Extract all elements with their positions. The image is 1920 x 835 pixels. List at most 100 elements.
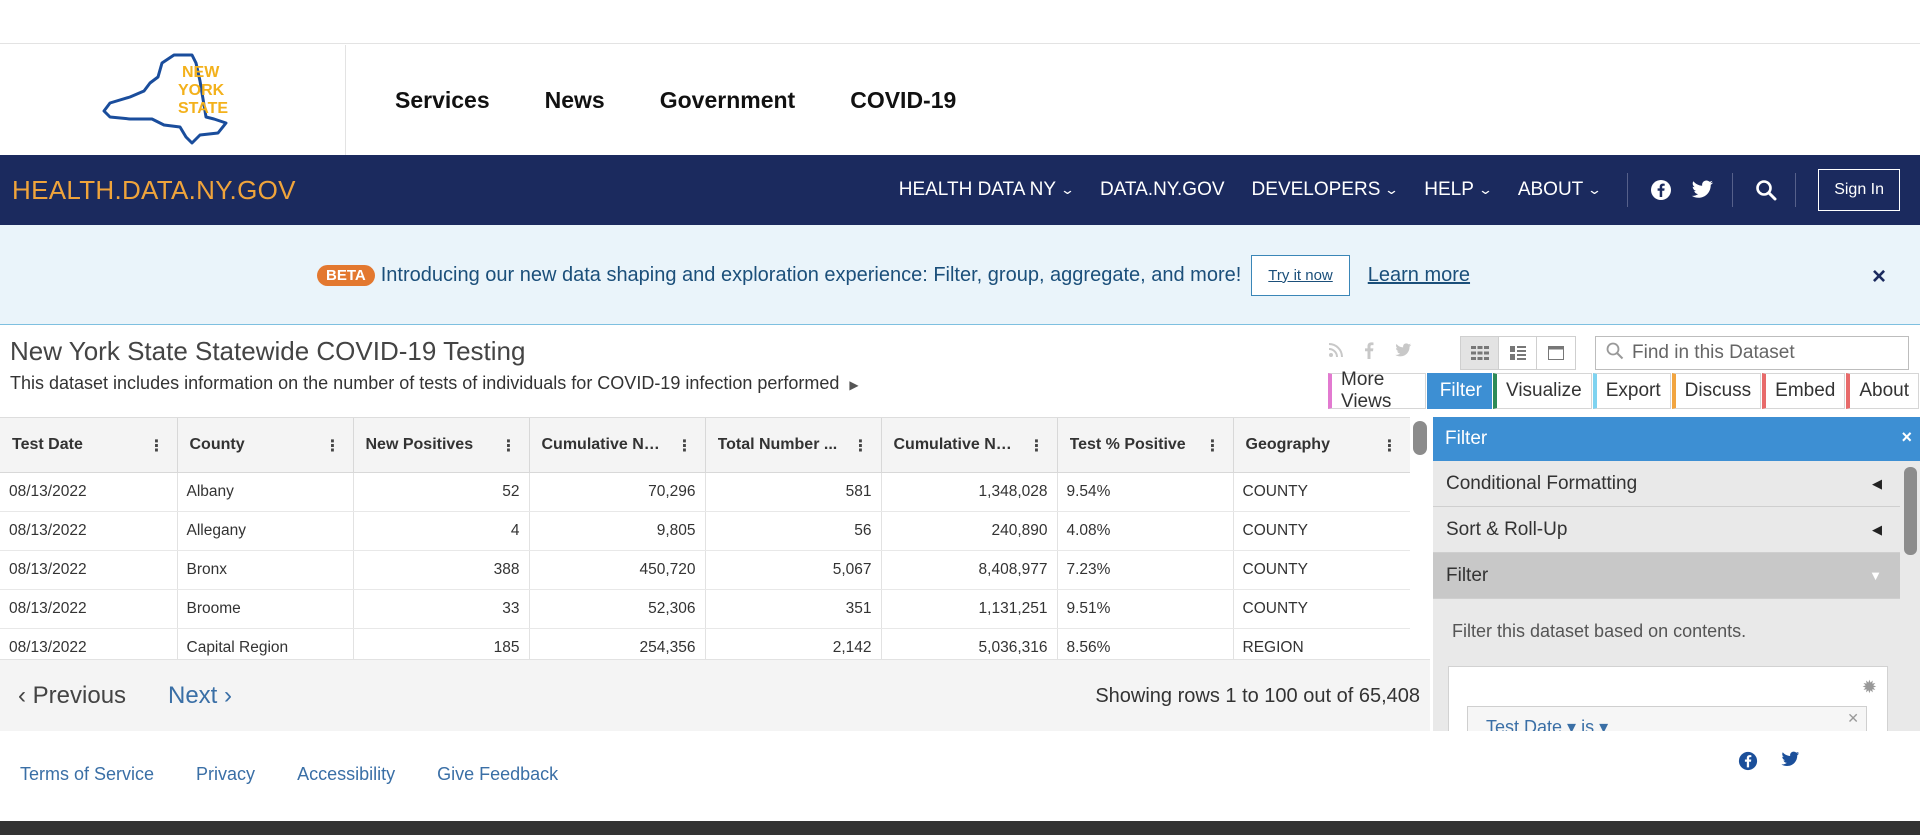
next-button[interactable]: Next › (168, 682, 232, 710)
previous-button[interactable]: ‹ Previous (18, 682, 126, 710)
section-sort-rollup[interactable]: Sort & Roll-Up ◀ (1433, 507, 1900, 553)
footer-accessibility-link[interactable]: Accessibility (297, 764, 395, 785)
column-header[interactable]: County ⋮ (177, 418, 354, 473)
table-scrollbar[interactable] (1413, 421, 1427, 455)
state-nav-covid[interactable]: COVID-19 (850, 87, 956, 114)
nav-developers-label: DEVELOPERS (1251, 179, 1381, 200)
table-cell: Albany (177, 472, 354, 512)
list-view-icon[interactable] (1499, 337, 1537, 369)
expand-description-icon[interactable]: ▶ (849, 378, 858, 392)
filter-condition-card: ✹ Test Date ▾ is ▾ ✕ (1448, 666, 1888, 731)
table-row[interactable]: 08/13/2022 Bronx 388 450,720 5,067 8,408,977 7… (0, 550, 1410, 590)
column-menu-icon[interactable]: ⋮ (149, 436, 165, 456)
column-menu-icon[interactable]: ⋮ (677, 436, 693, 456)
nav-developers[interactable]: DEVELOPERS ⌄ (1251, 179, 1400, 201)
grid-view-icon[interactable] (1461, 337, 1499, 369)
banner-close-icon[interactable]: × (1872, 263, 1886, 291)
logo-line-york: YORK (178, 82, 225, 99)
column-header[interactable]: Total Number ... ⋮ (705, 418, 882, 473)
column-header[interactable]: New Positives ⋮ (353, 418, 530, 473)
tab-about[interactable]: About (1846, 373, 1919, 409)
section-label: Sort & Roll-Up (1446, 518, 1568, 540)
share-icons (1328, 342, 1412, 364)
column-menu-icon[interactable]: ⋮ (853, 436, 869, 456)
panel-scrollbar[interactable] (1904, 467, 1917, 555)
sign-in-button[interactable]: Sign In (1818, 169, 1900, 211)
nav-help[interactable]: HELP ⌄ (1424, 179, 1493, 201)
chevron-right-icon: › (224, 682, 233, 709)
column-header-label: County (189, 435, 245, 453)
table-cell: 185 (353, 628, 530, 659)
page-view-icon[interactable] (1537, 337, 1575, 369)
column-menu-icon[interactable]: ⋮ (1205, 436, 1221, 456)
column-header[interactable]: Cumulative Nu... ⋮ (529, 418, 706, 473)
state-nav-services[interactable]: Services (395, 87, 490, 114)
table-cell: 351 (705, 589, 882, 629)
tab-filter[interactable]: Filter (1426, 373, 1492, 409)
table-cell: 08/13/2022 (0, 550, 178, 590)
footer-terms-link[interactable]: Terms of Service (20, 764, 154, 785)
footer: Terms of Service Privacy Accessibility G… (0, 731, 1920, 821)
dataset-search[interactable] (1595, 336, 1909, 370)
facebook-icon[interactable] (1738, 751, 1758, 776)
remove-filter-icon[interactable]: ✕ (1847, 710, 1859, 727)
footer-social (1738, 751, 1800, 776)
footer-feedback-link[interactable]: Give Feedback (437, 764, 558, 785)
rss-icon[interactable] (1328, 342, 1344, 364)
column-header[interactable]: Test Date ⋮ (0, 418, 178, 473)
column-menu-icon[interactable]: ⋮ (1029, 436, 1045, 456)
footer-links: Terms of Service Privacy Accessibility G… (20, 764, 558, 785)
column-menu-icon[interactable]: ⋮ (325, 436, 341, 456)
column-menu-icon[interactable]: ⋮ (501, 436, 517, 456)
tab-more-views[interactable]: More Views (1328, 369, 1426, 412)
column-menu-icon[interactable]: ⋮ (1382, 436, 1398, 456)
twitter-icon[interactable] (1780, 751, 1800, 776)
facebook-share-icon[interactable] (1364, 342, 1374, 364)
table-header-row: Test Date ⋮ County ⋮ New Positives ⋮ Cumulativ… (0, 418, 1410, 473)
table-row[interactable]: 08/13/2022 Broome 33 52,306 351 1,131,251 9.51… (0, 589, 1410, 629)
section-filter[interactable]: Filter ▼ (1433, 553, 1900, 599)
try-it-now-button[interactable]: Try it now (1251, 254, 1350, 296)
table-cell: 9,805 (529, 511, 706, 551)
search-icon[interactable] (1755, 179, 1777, 201)
column-header[interactable]: Cumulative Nu... ⋮ (881, 418, 1058, 473)
filter-panel: Filter × Conditional Formatting ◀ Sort & … (1433, 417, 1920, 731)
state-nav-government[interactable]: Government (660, 87, 795, 114)
view-toggle (1460, 336, 1576, 370)
chevron-down-icon: ⌄ (1384, 182, 1400, 197)
tab-visualize[interactable]: Visualize (1493, 373, 1592, 409)
nav-about[interactable]: ABOUT ⌄ (1518, 179, 1603, 201)
column-header[interactable]: Test % Positive ⋮ (1057, 418, 1234, 473)
state-nav-news[interactable]: News (545, 87, 605, 114)
table-row[interactable]: 08/13/2022 Allegany 4 9,805 56 240,890 4.08% CO… (0, 511, 1410, 551)
table-cell: 2,142 (705, 628, 882, 659)
previous-label: Previous (32, 682, 127, 709)
table-cell: 254,356 (529, 628, 706, 659)
table-row[interactable]: 08/13/2022 Albany 52 70,296 581 1,348,028 9.54… (0, 472, 1410, 512)
tab-embed[interactable]: Embed (1762, 373, 1846, 409)
learn-more-link[interactable]: Learn more (1368, 264, 1470, 287)
nav-health-data-ny[interactable]: HEALTH DATA NY ⌄ (899, 179, 1075, 201)
table-cell: 7.23% (1057, 550, 1234, 590)
facebook-icon[interactable] (1650, 179, 1672, 201)
chevron-left-icon: ‹ (18, 682, 26, 709)
dataset-search-input[interactable] (1632, 342, 1892, 364)
tab-discuss[interactable]: Discuss (1671, 373, 1762, 409)
twitter-icon[interactable] (1690, 180, 1714, 200)
column-header[interactable]: Geography ⋮ (1233, 418, 1410, 473)
table-cell: Allegany (177, 511, 354, 551)
filter-condition-label[interactable]: Test Date ▾ is ▾ (1486, 717, 1608, 731)
site-title[interactable]: HEALTH.DATA.NY.GOV (12, 175, 296, 206)
section-conditional-formatting[interactable]: Conditional Formatting ◀ (1433, 461, 1900, 507)
table-cell: 581 (705, 472, 882, 512)
table-row[interactable]: 08/13/2022 Capital Region 185 254,356 2,142 5… (0, 628, 1410, 659)
gear-icon[interactable]: ✹ (1862, 677, 1877, 698)
footer-privacy-link[interactable]: Privacy (196, 764, 255, 785)
filter-condition[interactable]: Test Date ▾ is ▾ ✕ (1467, 706, 1867, 731)
ny-state-logo[interactable]: NEW YORK STATE (100, 53, 250, 147)
panel-close-icon[interactable]: × (1901, 427, 1912, 448)
twitter-share-icon[interactable] (1394, 342, 1412, 364)
table-cell: 8.56% (1057, 628, 1234, 659)
tab-export[interactable]: Export (1592, 373, 1671, 409)
nav-data-ny-gov[interactable]: DATA.NY.GOV (1100, 179, 1225, 201)
